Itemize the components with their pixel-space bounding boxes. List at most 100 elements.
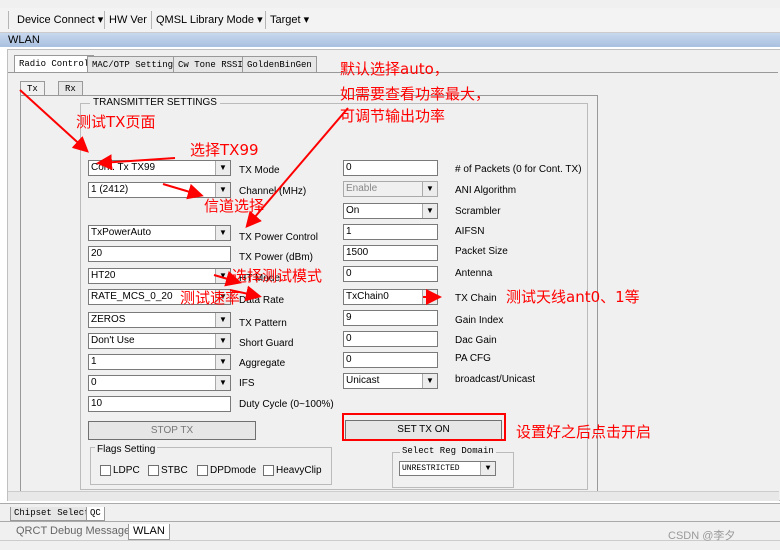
tab-qrct-debug-message[interactable]: QRCT Debug Message xyxy=(12,524,134,539)
tx-power-control-label: TX Power Control xyxy=(239,232,318,243)
broadcast-unicast-value: Unicast xyxy=(346,375,380,386)
gain-index-value: 9 xyxy=(346,312,352,323)
tab-mac-otp-settings[interactable]: MAC/OTP Settings xyxy=(87,56,184,73)
tx-pattern-select[interactable]: ZEROS ▼ xyxy=(88,312,231,328)
aifsn-input[interactable]: 1 xyxy=(343,224,438,240)
packets-value: 0 xyxy=(346,162,352,173)
pa-cfg-label: PA CFG xyxy=(455,353,491,364)
tx-mode-label: TX Mode xyxy=(239,165,280,176)
heavyclip-checkbox[interactable] xyxy=(263,465,274,476)
device-connect-button[interactable]: Device Connect ▾ xyxy=(14,11,106,29)
ani-algorithm-select[interactable]: Enable ▼ xyxy=(343,181,438,197)
ifs-value: 0 xyxy=(91,377,97,388)
tab-cw-tone-rssi[interactable]: Cw Tone RSSI xyxy=(173,56,248,73)
antenna-input[interactable]: 0 xyxy=(343,266,438,282)
duty-cycle-label: Duty Cycle (0~100%) xyxy=(239,399,334,410)
menu-bar xyxy=(0,0,780,8)
tab-qc[interactable]: QC xyxy=(86,507,105,521)
watermark: CSDN @李夕 xyxy=(668,530,736,542)
packet-size-input[interactable]: 1500 xyxy=(343,245,438,261)
ht-mode-value: HT20 xyxy=(91,270,116,281)
aggregate-label: Aggregate xyxy=(239,358,286,369)
aifsn-label: AIFSN xyxy=(455,226,485,237)
dac-gain-label: Dac Gain xyxy=(455,335,497,346)
gain-index-input[interactable]: 9 xyxy=(343,310,438,326)
qmsl-library-mode-button[interactable]: QMSL Library Mode ▾ xyxy=(153,11,266,29)
chevron-down-icon: ▼ xyxy=(215,161,230,175)
packet-size-label: Packet Size xyxy=(455,246,508,257)
antenna-value: 0 xyxy=(346,268,352,279)
tx-power-control-select[interactable]: TxPowerAuto ▼ xyxy=(88,225,231,241)
toolbar-grip xyxy=(8,11,9,29)
annotation-test-mode: 选择测试模式 xyxy=(232,267,323,285)
scrambler-value: On xyxy=(346,205,360,216)
duty-cycle-value: 10 xyxy=(91,398,103,409)
short-guard-value: Don't Use xyxy=(91,335,135,346)
tab-goldenbingen[interactable]: GoldenBinGen xyxy=(242,56,317,73)
dpdmode-label: DPDmode xyxy=(210,465,257,476)
chevron-down-icon: ▼ xyxy=(215,355,230,369)
stbc-checkbox[interactable] xyxy=(148,465,159,476)
set-tx-on-button[interactable]: SET TX ON xyxy=(345,420,502,440)
data-rate-label: Data Rate xyxy=(239,295,285,306)
tx-power-label: TX Power (dBm) xyxy=(239,252,313,263)
flags-setting-title: Flags Setting xyxy=(95,444,158,455)
chevron-down-icon: ▼ xyxy=(422,374,437,388)
tx-pattern-label: TX Pattern xyxy=(239,318,287,329)
tx-power-control-value: TxPowerAuto xyxy=(91,227,152,238)
tx-chain-label: TX Chain xyxy=(455,293,497,304)
toolbar-separator xyxy=(151,11,152,29)
ani-algorithm-value: Enable xyxy=(346,183,378,194)
short-guard-select[interactable]: Don't Use ▼ xyxy=(88,333,231,349)
chevron-down-icon: ▼ xyxy=(215,334,230,348)
tx-chain-select[interactable]: TxChain0 ▼ xyxy=(343,289,438,305)
horizontal-scrollbar[interactable] xyxy=(8,491,779,501)
pa-cfg-input[interactable]: 0 xyxy=(343,352,438,368)
tx-power-input[interactable]: 20 xyxy=(88,246,231,262)
annotation-max-power-2: 可调节输出功率 xyxy=(340,107,446,125)
tab-radio-control[interactable]: Radio Control xyxy=(14,55,95,73)
tx-power-value: 20 xyxy=(91,248,103,259)
chevron-down-icon: ▼ xyxy=(422,204,437,218)
annotation-max-power-1: 如需要查看功率最大， xyxy=(340,85,491,103)
ifs-select[interactable]: 0 ▼ xyxy=(88,375,231,391)
tx-mode-select[interactable]: Cont. Tx TX99 ▼ xyxy=(88,160,231,176)
chevron-down-icon: ▼ xyxy=(215,226,230,240)
stbc-label: STBC xyxy=(161,465,188,476)
ani-algorithm-label: ANI Algorithm xyxy=(455,185,517,196)
hw-ver-button[interactable]: HW Ver xyxy=(106,11,150,29)
data-rate-value: RATE_MCS_0_20 xyxy=(91,291,173,302)
packets-input[interactable]: 0 xyxy=(343,160,438,176)
broadcast-unicast-select[interactable]: Unicast ▼ xyxy=(343,373,438,389)
dac-gain-value: 0 xyxy=(346,333,352,344)
reg-domain-select[interactable]: UNRESTRICTED ▼ xyxy=(399,461,496,476)
tx-mode-value: Cont. Tx TX99 xyxy=(91,162,156,173)
dac-gain-input[interactable]: 0 xyxy=(343,331,438,347)
toolbar-separator xyxy=(265,11,266,29)
annotation-tx-page: 测试TX页面 xyxy=(76,113,156,131)
tab-tx[interactable]: Tx xyxy=(20,81,45,96)
aggregate-select[interactable]: 1 ▼ xyxy=(88,354,231,370)
tab-rx[interactable]: Rx xyxy=(58,81,83,96)
stop-tx-button[interactable]: STOP TX xyxy=(88,421,256,440)
heavyclip-label: HeavyClip xyxy=(276,465,322,476)
tab-chipset-select[interactable]: Chipset Select xyxy=(10,507,94,521)
ldpc-label: LDPC xyxy=(113,465,140,476)
target-button[interactable]: Target ▾ xyxy=(267,11,312,29)
duty-cycle-input[interactable]: 10 xyxy=(88,396,231,412)
bottom-tab-strip-1: Chipset Select QC xyxy=(0,503,780,522)
ht-mode-select[interactable]: HT20 ▼ xyxy=(88,268,231,284)
chevron-down-icon: ▼ xyxy=(215,183,230,197)
short-guard-label: Short Guard xyxy=(239,338,294,349)
gain-index-label: Gain Index xyxy=(455,315,504,326)
chevron-down-icon: ▼ xyxy=(480,462,495,475)
tab-wlan[interactable]: WLAN xyxy=(128,524,170,540)
scrambler-select[interactable]: On ▼ xyxy=(343,203,438,219)
channel-select[interactable]: 1 (2412) ▼ xyxy=(88,182,231,198)
select-reg-domain-title: Select Reg Domain xyxy=(400,446,496,456)
annotation-tx99: 选择TX99 xyxy=(190,141,259,159)
dpdmode-checkbox[interactable] xyxy=(197,465,208,476)
ldpc-checkbox[interactable] xyxy=(100,465,111,476)
reg-domain-value: UNRESTRICTED xyxy=(402,464,460,473)
broadcast-unicast-label: broadcast/Unicast xyxy=(455,374,536,385)
